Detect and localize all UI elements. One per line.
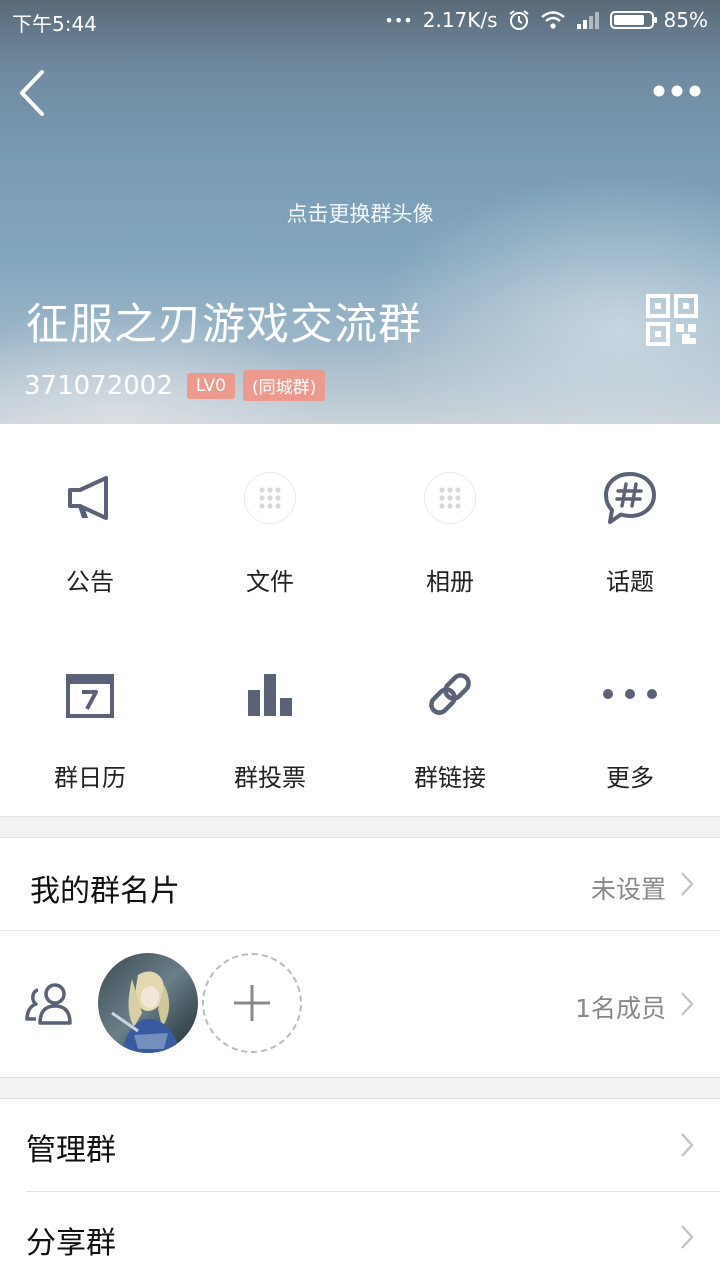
signal-icon (576, 12, 599, 29)
feature-topics[interactable]: 话题 (540, 424, 720, 620)
feature-label: 群投票 (234, 764, 306, 792)
status-indicators: ••• 2.17K/s 85% (384, 8, 708, 32)
app-placeholder-icon (424, 472, 476, 524)
members-row[interactable]: 1名成员 (0, 931, 720, 1077)
chevron-right-icon (681, 1225, 694, 1249)
feature-label: 群链接 (414, 764, 486, 792)
member-count: 1名成员 (575, 994, 666, 1023)
feature-files[interactable]: 文件 (180, 424, 360, 620)
chevron-right-icon (681, 872, 694, 896)
group-header[interactable]: 下午5:44 ••• 2.17K/s 85% 点击更换群头像 征服之刃游戏交流群… (0, 0, 720, 424)
battery-percent: 85% (663, 8, 708, 32)
notification-dots: ••• (384, 10, 413, 30)
battery-icon (609, 11, 657, 29)
hashtag-bubble-icon (604, 472, 656, 524)
my-group-card-value: 未设置 (590, 875, 666, 904)
chevron-right-icon (681, 1133, 694, 1157)
feature-link[interactable]: 群链接 (360, 620, 540, 816)
feature-announcement[interactable]: 公告 (0, 424, 180, 620)
wifi-icon (540, 11, 565, 29)
feature-vote[interactable]: 群投票 (180, 620, 360, 816)
feature-label: 相册 (426, 568, 474, 596)
add-member-button[interactable] (202, 953, 302, 1053)
megaphone-icon (68, 476, 108, 520)
section-gap (0, 1078, 720, 1098)
manage-group-row[interactable]: 管理群 (0, 1099, 720, 1191)
group-type-badge: (同城群) (242, 370, 326, 401)
section-gap (0, 817, 720, 837)
group-id-row: 371072002 LV0 (同城群) (24, 370, 326, 401)
more-dots-icon (603, 689, 657, 699)
net-speed: 2.17K/s (422, 8, 498, 32)
feature-label: 文件 (246, 568, 294, 596)
feature-label: 话题 (606, 568, 654, 596)
feature-calendar[interactable]: 群日历 (0, 620, 180, 816)
group-name: 征服之刃游戏交流群 (26, 300, 422, 350)
share-group-title: 分享群 (26, 1226, 116, 1261)
group-id: 371072002 (24, 370, 173, 401)
qr-code-icon[interactable] (646, 294, 698, 346)
change-avatar-hint[interactable]: 点击更换群头像 (0, 198, 720, 228)
alarm-icon (508, 10, 529, 30)
feature-album[interactable]: 相册 (360, 424, 540, 620)
feature-label: 群日历 (54, 764, 126, 792)
members-icon (25, 983, 72, 1025)
calendar-icon (66, 674, 114, 718)
link-icon (429, 673, 471, 715)
back-icon[interactable] (16, 66, 56, 120)
app-placeholder-icon (244, 472, 296, 524)
feature-more[interactable]: 更多 (540, 620, 720, 816)
more-menu-icon[interactable] (652, 80, 702, 102)
my-group-card-title: 我的群名片 (30, 874, 180, 909)
feature-label: 公告 (66, 568, 114, 596)
member-avatar[interactable] (98, 953, 198, 1053)
chevron-right-icon (681, 992, 694, 1016)
level-badge: LV0 (186, 372, 235, 399)
feature-label: 更多 (606, 764, 654, 792)
share-group-row[interactable]: 分享群 (0, 1192, 720, 1280)
bar-chart-icon (248, 674, 292, 716)
feature-grid: 公告 文件 相册 话题 群日历 群投票 群链接 更多 (0, 424, 720, 816)
my-group-card-row[interactable]: 我的群名片 未设置 (0, 838, 720, 930)
status-time: 下午5:44 (12, 12, 97, 36)
plus-icon (234, 985, 270, 1021)
status-bar: 下午5:44 ••• 2.17K/s 85% (0, 0, 720, 40)
manage-group-title: 管理群 (26, 1133, 116, 1168)
